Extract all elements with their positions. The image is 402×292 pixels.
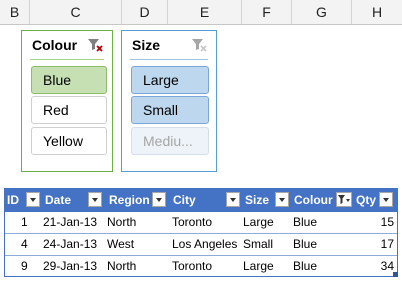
- size-slicer-item-large[interactable]: Large: [131, 66, 209, 94]
- colour-slicer-item-blue[interactable]: Blue: [31, 66, 107, 94]
- cell-size[interactable]: Small: [243, 234, 273, 255]
- table-header-row: ID Date Region City Size Colour Qty: [4, 188, 398, 212]
- column-header-h[interactable]: H: [352, 0, 402, 24]
- cell-region[interactable]: North: [107, 212, 136, 233]
- column-header-d[interactable]: D: [122, 0, 168, 24]
- cell-size[interactable]: Large: [243, 256, 274, 277]
- cell-qty[interactable]: 34: [354, 256, 394, 277]
- chevron-down-icon: [156, 198, 162, 202]
- chevron-down-icon: [279, 198, 285, 202]
- chevron-down-icon: [92, 198, 98, 202]
- cell-colour[interactable]: Blue: [293, 256, 317, 277]
- column-header-bar: B C D E F G H: [0, 0, 402, 25]
- colour-slicer-item-yellow[interactable]: Yellow: [31, 127, 107, 155]
- colour-slicer: Colour Blue Red Yellow: [21, 30, 113, 172]
- size-slicer-item-small[interactable]: Small: [131, 96, 209, 124]
- cell-id[interactable]: 4: [21, 234, 28, 255]
- clear-filter-icon[interactable]: [191, 37, 207, 53]
- cell-region[interactable]: West: [107, 234, 134, 255]
- cell-colour[interactable]: Blue: [293, 212, 317, 233]
- filter-dropdown-city[interactable]: [226, 192, 240, 207]
- cell-date[interactable]: 29-Jan-13: [43, 256, 97, 277]
- filter-dropdown-size[interactable]: [275, 192, 289, 207]
- column-header-f[interactable]: F: [242, 0, 292, 24]
- size-slicer-divider: [130, 59, 208, 60]
- column-header-c[interactable]: C: [30, 0, 122, 24]
- filter-dropdown-date[interactable]: [88, 192, 102, 207]
- table-row[interactable]: 1 21-Jan-13 North Toronto Large Blue 15: [4, 212, 398, 234]
- filter-dropdown-region[interactable]: [152, 192, 166, 207]
- cell-id[interactable]: 9: [21, 256, 28, 277]
- column-header-e[interactable]: E: [168, 0, 242, 24]
- cell-city[interactable]: Toronto: [172, 256, 212, 277]
- chevron-down-icon: [383, 198, 389, 202]
- size-slicer-item-medium[interactable]: Mediu...: [131, 127, 209, 155]
- cell-qty[interactable]: 15: [354, 212, 394, 233]
- cell-qty[interactable]: 17: [354, 234, 394, 255]
- table-resize-handle[interactable]: [393, 272, 398, 277]
- cell-date[interactable]: 21-Jan-13: [43, 212, 97, 233]
- column-header-g[interactable]: G: [292, 0, 352, 24]
- cell-city[interactable]: Toronto: [172, 212, 212, 233]
- filter-active-dropdown-colour[interactable]: [336, 192, 352, 207]
- filter-dropdown-id[interactable]: [26, 192, 40, 207]
- size-slicer: Size Large Small Mediu...: [121, 30, 217, 172]
- cell-id[interactable]: 1: [21, 212, 28, 233]
- table-row[interactable]: 9 29-Jan-13 North Toronto Large Blue 34: [4, 256, 398, 278]
- chevron-down-icon: [30, 198, 36, 202]
- cell-colour[interactable]: Blue: [293, 234, 317, 255]
- filter-dropdown-qty[interactable]: [379, 192, 393, 207]
- cell-city[interactable]: Los Angeles: [172, 234, 237, 255]
- cell-size[interactable]: Large: [243, 212, 274, 233]
- size-slicer-title: Size: [132, 37, 161, 53]
- filter-icon: [338, 195, 350, 204]
- column-header-b[interactable]: B: [0, 0, 30, 24]
- table-row[interactable]: 4 24-Jan-13 West Los Angeles Small Blue …: [4, 234, 398, 256]
- chevron-down-icon: [230, 198, 236, 202]
- colour-slicer-divider: [30, 59, 104, 60]
- cell-region[interactable]: North: [107, 256, 136, 277]
- colour-slicer-title: Colour: [32, 37, 78, 53]
- colour-slicer-item-red[interactable]: Red: [31, 96, 107, 124]
- cell-date[interactable]: 24-Jan-13: [43, 234, 97, 255]
- clear-filter-icon[interactable]: [87, 37, 103, 53]
